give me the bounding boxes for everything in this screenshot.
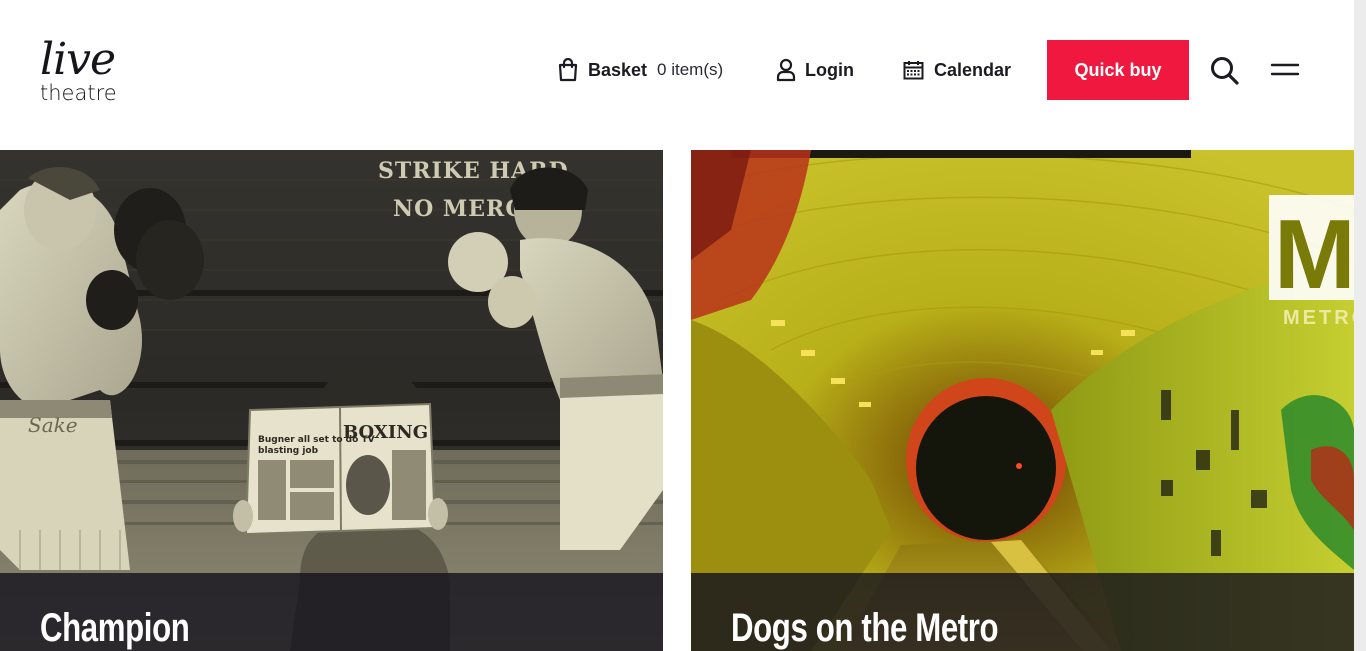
show-title: Dogs on the Metro (731, 606, 999, 650)
basket-item-count: 0 item(s) (657, 60, 724, 79)
svg-text:Bugner all set to do TV: Bugner all set to do TV (258, 435, 375, 445)
show-card-dogs-on-the-metro[interactable]: M METRO Dogs on the Metro (691, 150, 1354, 651)
calendar-label: Calendar (934, 59, 1012, 80)
basket-label: Basket (588, 59, 648, 80)
svg-text:METRO: METRO (1283, 307, 1354, 329)
user-icon (776, 58, 796, 82)
svg-text:blasting job: blasting job (258, 446, 319, 456)
site-header: live theatre Basket 0 item(s) Login Cale… (0, 0, 1354, 150)
svg-text:M: M (1274, 199, 1354, 309)
quick-buy-button[interactable]: Quick buy (1047, 40, 1189, 100)
logo-wordmark-live: live (40, 34, 116, 85)
login-label: Login (805, 59, 854, 80)
calendar-icon (903, 61, 924, 80)
logo-wordmark-theatre: theatre (40, 81, 117, 105)
live-theatre-logo[interactable]: live theatre (38, 38, 122, 108)
calendar-link[interactable]: Calendar (903, 40, 1011, 100)
page: live theatre Basket 0 item(s) Login Cale… (0, 0, 1366, 651)
svg-text:Sake: Sake (28, 413, 78, 437)
menu-button[interactable] (1270, 58, 1300, 82)
metro-sign: M METRO (1269, 195, 1354, 329)
page-scrollbar[interactable] (1354, 0, 1366, 651)
show-card-champion[interactable]: STRIKE HARD NO MERCY Sake BOXING Bugner … (0, 150, 663, 651)
login-link[interactable]: Login (776, 40, 854, 100)
hamburger-menu-icon (1270, 63, 1300, 76)
shopping-bag-icon (558, 58, 578, 82)
search-button[interactable] (1209, 55, 1241, 87)
basket-link[interactable]: Basket 0 item(s) (557, 40, 723, 100)
show-title: Champion (40, 606, 190, 650)
search-icon (1211, 57, 1239, 85)
